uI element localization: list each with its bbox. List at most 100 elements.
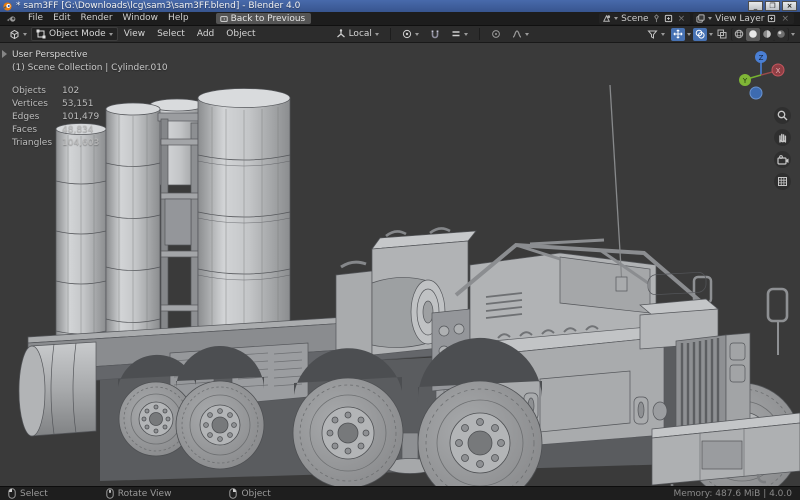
editor-type-selector[interactable]: [5, 28, 31, 41]
show-gizmo-toggle[interactable]: [671, 27, 685, 41]
pivot-icon: [402, 29, 412, 39]
blender-app-icon[interactable]: [6, 15, 17, 23]
xray-icon: [717, 29, 727, 39]
gizmo-dropdown-icon[interactable]: [687, 32, 691, 36]
window-title: * sam3FF [G:\Downloads\lcg\sam3\sam3FF.b…: [16, 0, 301, 11]
magnet-icon: [431, 30, 439, 39]
svg-text:Y: Y: [742, 77, 748, 85]
back-to-previous-button[interactable]: Back to Previous: [215, 13, 312, 24]
menu-edit[interactable]: Edit: [48, 12, 75, 25]
mode-selector[interactable]: Object Mode: [31, 27, 118, 41]
wheel-2[interactable]: [175, 345, 265, 470]
view-perspective-label: User Perspective: [12, 50, 88, 60]
mouse-middle-icon: [106, 488, 114, 499]
close-button[interactable]: ×: [782, 1, 797, 11]
camera-view-button[interactable]: [774, 151, 791, 168]
chevron-down-icon: [23, 32, 27, 36]
menu-view[interactable]: View: [118, 26, 151, 42]
pivot-point-selector[interactable]: [398, 28, 423, 40]
shading-material-button[interactable]: [760, 27, 774, 41]
proportional-editing-toggle[interactable]: [487, 28, 505, 40]
rendered-sphere-icon: [777, 30, 785, 38]
blender-window: * sam3FF [G:\Downloads\lcg\sam3\sam3FF.b…: [0, 0, 800, 500]
menu-select[interactable]: Select: [151, 26, 191, 42]
show-overlays-toggle[interactable]: [693, 27, 707, 41]
pan-button[interactable]: [774, 129, 791, 146]
toolbar-expand-arrow[interactable]: [2, 50, 7, 58]
shading-rendered-button[interactable]: [774, 27, 788, 41]
view-layer-selector[interactable]: View Layer ×: [693, 13, 794, 24]
canister-left[interactable]: [55, 123, 107, 368]
proportional-icon: [492, 30, 500, 38]
hint-rotate-view: Rotate View: [106, 488, 171, 499]
pin-icon[interactable]: [652, 14, 661, 23]
wireframe-sphere-icon: [734, 29, 744, 39]
hint-object: Object: [229, 488, 271, 499]
ortho-grid-icon: [778, 177, 787, 186]
new-scene-icon[interactable]: [664, 14, 673, 23]
scene-icon: [603, 14, 611, 22]
svg-text:X: X: [776, 67, 781, 75]
scene-selector[interactable]: Scene ×: [599, 13, 691, 24]
menubar: File Edit Render Window Help Back to Pre…: [0, 12, 800, 25]
proportional-falloff-selector[interactable]: [508, 28, 533, 40]
statusbar: Select Rotate View Object Memory: 487.6 …: [0, 486, 800, 500]
stat-objects: Objects 102: [12, 86, 80, 96]
snap-toggle[interactable]: [426, 28, 444, 40]
solid-sphere-icon: [749, 30, 757, 38]
stat-faces: Faces 48,834: [12, 125, 94, 135]
back-screen-icon: [219, 15, 228, 22]
titlebar[interactable]: * sam3FF [G:\Downloads\lcg\sam3\sam3FF.b…: [0, 0, 800, 12]
wheel-4[interactable]: [417, 337, 543, 486]
menu-add[interactable]: Add: [191, 26, 220, 42]
magnifier-icon: [777, 110, 788, 121]
3d-viewport[interactable]: User Perspective (1) Scene Collection | …: [0, 42, 800, 486]
minimize-button[interactable]: _: [748, 1, 763, 11]
snap-settings[interactable]: [447, 28, 472, 40]
chevron-down-icon: [414, 32, 419, 36]
stat-vertices: Vertices 53,151: [12, 99, 94, 109]
wheel-3[interactable]: [292, 348, 404, 486]
view-layer-icon: [696, 14, 705, 23]
transform-orientation-selector[interactable]: Local: [332, 28, 383, 40]
falloff-curve-icon: [512, 30, 522, 38]
shading-solid-button[interactable]: [746, 27, 760, 41]
chevron-down-icon: [108, 32, 113, 36]
xray-toggle[interactable]: [715, 27, 729, 41]
blender-logo-icon: [3, 1, 12, 11]
snap-with-icon: [452, 31, 460, 37]
restore-button[interactable]: ❐: [765, 1, 780, 11]
shading-dropdown-icon[interactable]: [791, 32, 795, 36]
menu-file[interactable]: File: [23, 12, 48, 25]
rear-fuel-tank[interactable]: [18, 341, 97, 437]
chevron-down-icon: [374, 32, 379, 36]
chevron-down-icon: [614, 17, 619, 20]
menu-help[interactable]: Help: [163, 12, 194, 25]
navigation-gizmo[interactable]: Z Y X: [734, 47, 788, 101]
chevron-down-icon: [708, 17, 713, 20]
menu-object[interactable]: Object: [220, 26, 261, 42]
zoom-button[interactable]: [774, 107, 791, 124]
hand-icon: [779, 133, 787, 143]
hint-select: Select: [8, 488, 48, 499]
axis-neg-z-ball[interactable]: [749, 86, 763, 100]
unlink-scene-icon[interactable]: ×: [676, 14, 688, 24]
orientation-local-icon: [336, 29, 345, 38]
shading-wireframe-button[interactable]: [732, 27, 746, 41]
filter-icon: [647, 30, 658, 39]
overlays-dropdown-icon[interactable]: [709, 32, 713, 36]
new-view-layer-icon[interactable]: [767, 14, 776, 23]
material-sphere-icon: [763, 30, 771, 38]
object-visibility-filter[interactable]: [643, 28, 669, 41]
overlays-icon: [695, 29, 705, 39]
chevron-down-icon: [463, 32, 468, 36]
viewport-header: Object Mode View Select Add Object Local: [0, 25, 800, 42]
object-mode-icon: [36, 29, 46, 39]
mouse-left-icon: [8, 488, 16, 499]
menu-window[interactable]: Window: [118, 12, 164, 25]
remove-view-layer-icon[interactable]: ×: [779, 14, 791, 24]
menu-render[interactable]: Render: [76, 12, 118, 25]
chevron-down-icon: [524, 32, 529, 36]
camera-icon: [776, 154, 788, 165]
perspective-toggle-button[interactable]: [774, 173, 791, 190]
